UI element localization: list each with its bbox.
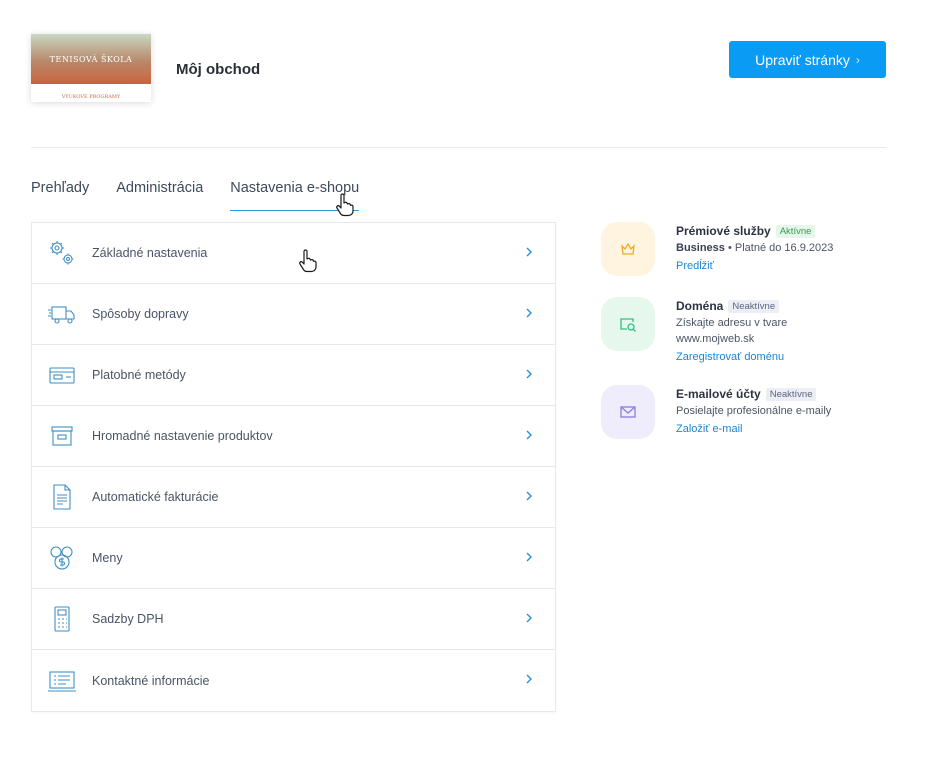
email-service: E-mailové účty Neaktívne Posielajte prof… [601, 385, 901, 460]
website-thumbnail[interactable]: TENISOVÁ ŠKOLA VÝUKOVÉ PROGRAMY [31, 34, 151, 102]
status-badge: Neaktívne [765, 387, 817, 401]
renew-link[interactable]: Predĺžiť [676, 260, 714, 272]
chevron-right-icon [525, 611, 533, 629]
email-description: Posielajte profesionálne e-maily [676, 405, 832, 417]
hand-cursor-icon [299, 249, 317, 273]
settings-item-label: Hromadné nastavenie produktov [92, 429, 273, 443]
chevron-right-icon [525, 428, 533, 446]
settings-item-label: Kontaktné informácie [92, 673, 210, 688]
settings-item-label: Meny [92, 551, 123, 565]
create-email-link[interactable]: Založiť e-mail [676, 423, 742, 435]
settings-item-currencies[interactable]: Meny [32, 528, 555, 589]
settings-item-bulk-products[interactable]: Hromadné nastavenie produktov [32, 406, 555, 467]
header-divider [31, 147, 886, 148]
domain-description: Získajte adresu v tvare [676, 317, 788, 329]
domain-service: Doména Neaktívne Získajte adresu v tvare… [601, 297, 901, 385]
box-icon [47, 421, 77, 451]
email-title: E-mailové účty [676, 387, 761, 401]
chevron-right-icon: › [855, 52, 860, 67]
plan-name: Business [676, 242, 725, 254]
plan-validity: • Platné do 16.9.2023 [727, 242, 834, 254]
settings-item-shipping[interactable]: Spôsoby dopravy [32, 284, 555, 345]
chevron-right-icon [525, 489, 533, 507]
mail-icon [601, 385, 655, 439]
chevron-right-icon [525, 306, 533, 324]
settings-item-basic[interactable]: Základné nastavenia [32, 223, 555, 284]
chevron-right-icon [525, 245, 533, 263]
premium-services-title: Prémiové služby [676, 224, 771, 238]
settings-list: Základné nastavenia Spôsoby dopravy Plat… [31, 222, 556, 712]
gears-icon [47, 238, 77, 268]
settings-item-invoicing[interactable]: Automatické fakturácie [32, 467, 555, 528]
coins-icon [47, 543, 77, 573]
settings-item-label: Spôsoby dopravy [92, 307, 189, 321]
chevron-right-icon [525, 672, 533, 690]
tab-administration[interactable]: Administrácia [116, 180, 203, 211]
crown-icon [601, 222, 655, 276]
settings-item-label: Sadzby DPH [92, 612, 164, 626]
shop-name: Môj obchod [176, 61, 261, 78]
settings-item-contact-info[interactable]: Kontaktné informácie [32, 650, 555, 711]
premium-services: Prémiové služby Aktívne Business • Platn… [601, 222, 901, 297]
status-badge: Neaktívne [728, 299, 780, 313]
calculator-icon [47, 604, 77, 634]
settings-item-label: Základné nastavenia [92, 246, 208, 260]
domain-search-icon [601, 297, 655, 351]
hand-cursor-icon [336, 193, 354, 217]
invoice-icon [47, 482, 77, 512]
thumbnail-subtitle: VÝUKOVÉ PROGRAMY [61, 94, 121, 100]
thumbnail-hero-image: TENISOVÁ ŠKOLA [31, 34, 151, 84]
register-domain-link[interactable]: Zaregistrovať doménu [676, 351, 784, 363]
truck-icon [47, 299, 77, 329]
settings-item-vat-rates[interactable]: Sadzby DPH [32, 589, 555, 650]
settings-item-label: Automatické fakturácie [92, 490, 219, 504]
settings-item-label: Platobné metódy [92, 368, 186, 382]
tab-bar: Prehľady Administrácia Nastavenia e-shop… [31, 180, 386, 211]
thumbnail-title: TENISOVÁ ŠKOLA [49, 55, 133, 64]
settings-item-payment[interactable]: Platobné metódy [32, 345, 555, 406]
services-panel: Prémiové služby Aktívne Business • Platn… [601, 222, 901, 460]
edit-pages-label: Upraviť stránky [755, 51, 850, 68]
chevron-right-icon [525, 367, 533, 385]
card-icon [47, 360, 77, 390]
domain-title: Doména [676, 299, 724, 313]
laptop-icon [47, 666, 77, 696]
tab-overview[interactable]: Prehľady [31, 180, 89, 211]
chevron-right-icon [525, 550, 533, 568]
domain-example: www.mojweb.sk [676, 333, 755, 345]
status-badge: Aktívne [775, 224, 816, 238]
edit-pages-button[interactable]: Upraviť stránky › [729, 41, 886, 78]
